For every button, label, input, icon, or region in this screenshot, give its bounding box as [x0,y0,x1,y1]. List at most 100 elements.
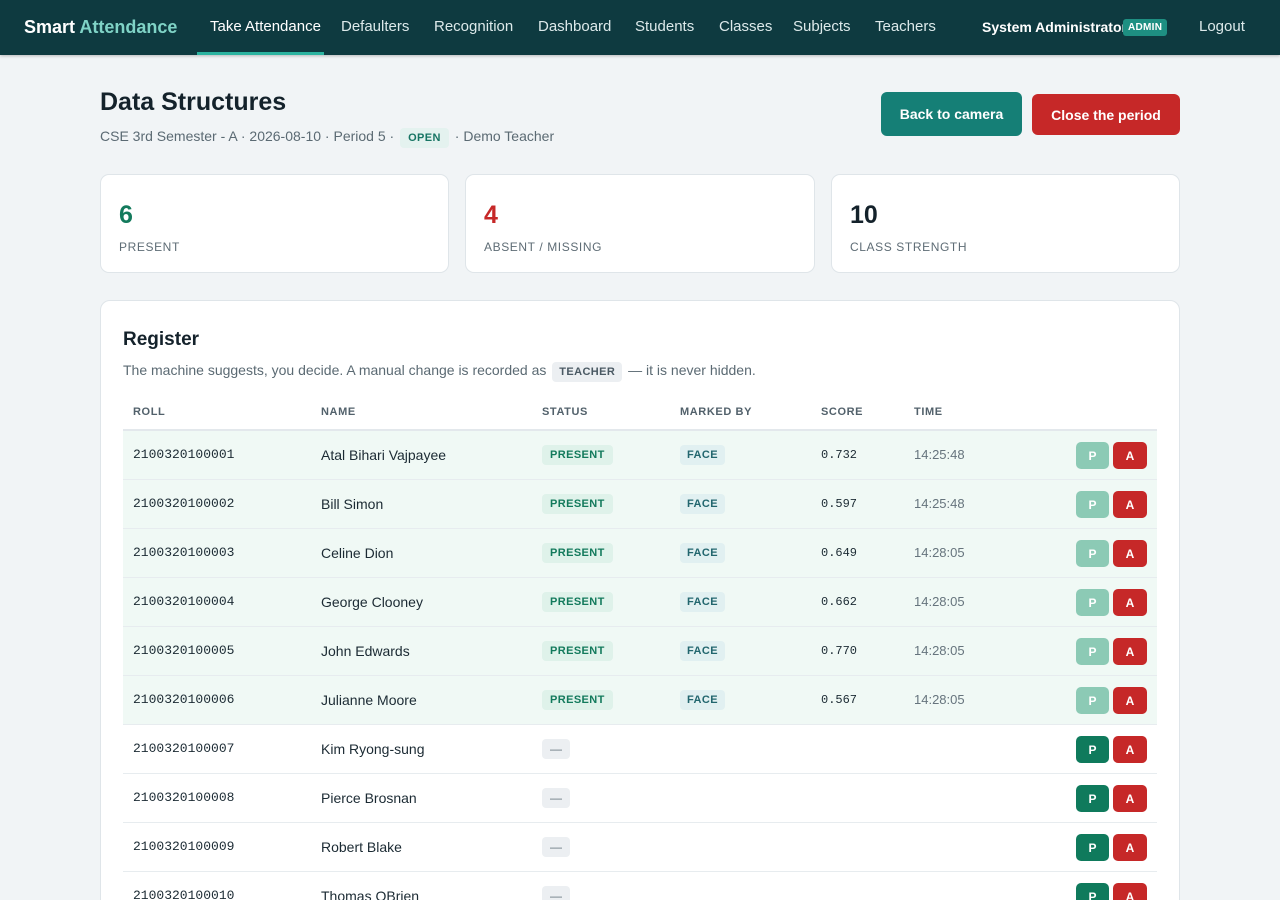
marked-by-badge: FACE [680,641,725,661]
session-teacher: Demo Teacher [463,128,555,144]
roll-number: 2100320100001 [133,447,235,462]
roll-number: 2100320100007 [133,741,235,756]
teacher-badge: TEACHER [552,362,623,382]
column-name: NAME [321,406,356,418]
mark-absent-button[interactable]: A [1113,834,1147,861]
stat-card-strength: 10 CLASS STRENGTH [831,174,1180,273]
table-row: 2100320100002 Bill Simon PRESENT FACE 0.… [123,480,1157,529]
mark-time: 14:28:05 [914,692,965,707]
match-score: 0.649 [821,546,858,560]
student-name: Bill Simon [321,496,384,512]
stat-card-present: 6 PRESENT [100,174,449,273]
brand-name-part2: Attendance [79,17,178,37]
table-row: 2100320100005 John Edwards PRESENT FACE … [123,627,1157,676]
mark-present-button[interactable]: P [1076,883,1109,900]
mark-absent-button[interactable]: A [1113,687,1147,714]
student-name: Atal Bihari Vajpayee [321,447,447,463]
nav-students[interactable]: Students [635,0,694,55]
logout-link[interactable]: Logout [1199,0,1245,55]
role-badge: ADMIN [1123,19,1168,36]
mark-time: 14:28:05 [914,545,965,560]
mark-present-button[interactable]: P [1076,785,1109,812]
nav-teachers[interactable]: Teachers [875,0,936,55]
strength-label: CLASS STRENGTH [850,240,968,254]
roll-number: 2100320100010 [133,888,235,900]
mark-present-button[interactable]: P [1076,736,1109,763]
mark-time: 14:28:05 [914,594,965,609]
table-row: 2100320100010 Thomas OBrien — P A [123,872,1157,900]
student-name: George Clooney [321,594,423,610]
brand-logo[interactable]: Smart Attendance [24,0,177,55]
meta-separator: · [240,128,246,144]
mark-present-button[interactable]: P [1076,540,1109,567]
nav-defaulters[interactable]: Defaulters [341,0,409,55]
absent-label: ABSENT / MISSING [484,240,603,254]
session-date: 2026-08-10 [249,128,322,144]
page-title: Data Structures [100,88,287,116]
marked-by-badge: FACE [680,445,725,465]
mark-present-button[interactable]: P [1076,638,1109,665]
mark-absent-button[interactable]: A [1113,736,1147,763]
mark-present-button[interactable]: P [1076,442,1109,469]
status-badge: PRESENT [542,690,613,710]
strength-count: 10 [850,201,878,229]
table-row: 2100320100006 Julianne Moore PRESENT FAC… [123,676,1157,725]
column-score: SCORE [821,406,864,418]
meta-separator: · [454,128,460,144]
absent-count: 4 [484,201,498,229]
meta-separator: · [324,128,330,144]
status-badge: PRESENT [542,445,613,465]
roll-number: 2100320100003 [133,545,235,560]
mark-time: 14:25:48 [914,496,965,511]
user-name: System Administrator [982,19,1127,35]
match-score: 0.567 [821,693,858,707]
table-row: 2100320100001 Atal Bihari Vajpayee PRESE… [123,431,1157,480]
stat-card-absent: 4 ABSENT / MISSING [465,174,815,273]
match-score: 0.662 [821,595,858,609]
column-marked-by: MARKED BY [680,406,753,418]
close-period-button[interactable]: Close the period [1032,94,1180,135]
nav-subjects[interactable]: Subjects [793,0,851,55]
mark-absent-button[interactable]: A [1113,589,1147,616]
roll-number: 2100320100006 [133,692,235,707]
marked-by-badge: FACE [680,690,725,710]
student-name: Thomas OBrien [321,888,420,900]
match-score: 0.770 [821,644,858,658]
nav-classes[interactable]: Classes [719,0,772,55]
mark-present-button[interactable]: P [1076,687,1109,714]
student-name: Kim Ryong-sung [321,741,425,757]
mark-time: 14:25:48 [914,447,965,462]
mark-absent-button[interactable]: A [1113,540,1147,567]
register-title: Register [123,329,200,350]
status-badge: PRESENT [542,592,613,612]
nav-recognition[interactable]: Recognition [434,0,513,55]
mark-absent-button[interactable]: A [1113,883,1147,900]
mark-absent-button[interactable]: A [1113,442,1147,469]
mark-present-button[interactable]: P [1076,834,1109,861]
nav-dashboard[interactable]: Dashboard [538,0,611,55]
student-name: Pierce Brosnan [321,790,417,806]
marked-by-badge: FACE [680,592,725,612]
nav-take-attendance[interactable]: Take Attendance [210,0,321,55]
match-score: 0.732 [821,448,858,462]
mark-absent-button[interactable]: A [1113,785,1147,812]
session-status-badge: OPEN [400,128,449,148]
status-badge: PRESENT [542,641,613,661]
marked-by-badge: FACE [680,543,725,563]
register-card: Register The machine suggests, you decid… [100,300,1180,900]
meta-separator: · [389,128,395,144]
register-subtitle-before: The machine suggests, you decide. A manu… [123,362,547,378]
mark-absent-button[interactable]: A [1113,491,1147,518]
back-to-camera-button[interactable]: Back to camera [881,92,1022,136]
session-class: CSE 3rd Semester - A [100,128,237,144]
mark-present-button[interactable]: P [1076,589,1109,616]
top-navbar: Smart Attendance Take Attendance Default… [0,0,1280,55]
mark-present-button[interactable]: P [1076,491,1109,518]
nav-active-indicator [197,52,324,55]
mark-absent-button[interactable]: A [1113,638,1147,665]
roll-number: 2100320100008 [133,790,235,805]
status-empty-badge: — [542,886,570,900]
roll-number: 2100320100004 [133,594,235,609]
status-empty-badge: — [542,837,570,857]
status-badge: PRESENT [542,543,613,563]
